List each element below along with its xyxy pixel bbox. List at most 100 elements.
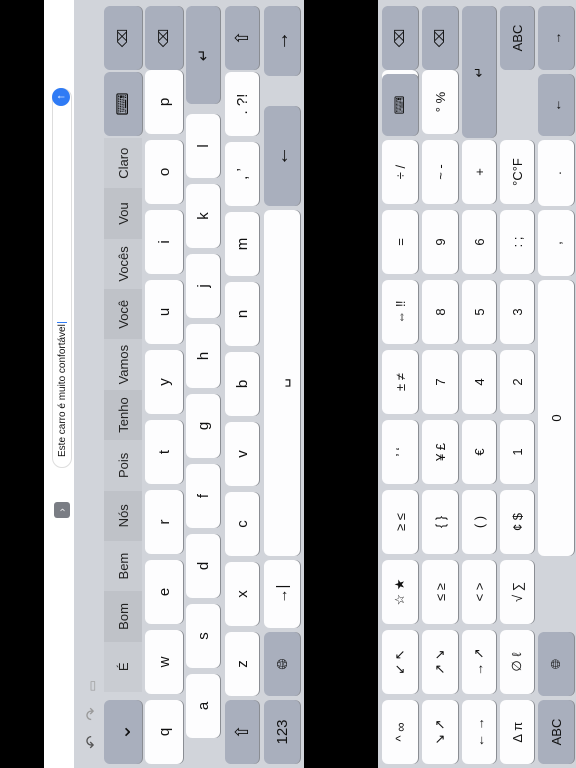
numbers-button[interactable]: 123 xyxy=(264,700,300,764)
sym-arrow-right-button[interactable]: → xyxy=(538,6,574,70)
sym-key-2-1[interactable]: → ↗ xyxy=(462,630,496,694)
suggestion-7[interactable]: Você xyxy=(104,289,142,340)
sym-key-0-2[interactable]: ☆ ★ xyxy=(382,560,418,624)
sym-key-0-1[interactable]: ↙ ↖ xyxy=(382,630,418,694)
expand-toolbar-button[interactable]: › xyxy=(54,502,70,518)
sym-keyboard-toggle[interactable]: ⌨ xyxy=(382,74,418,136)
sym-return-button[interactable]: ↵ xyxy=(462,6,496,138)
key-row3-8[interactable]: . ?! xyxy=(225,72,259,136)
key-k[interactable]: k xyxy=(186,184,220,248)
key-row3-4[interactable]: b xyxy=(225,352,259,416)
sym-key-4-3[interactable]: . xyxy=(538,140,574,206)
paste-button[interactable]: ▭ xyxy=(82,676,102,696)
key-i[interactable]: i xyxy=(145,210,183,274)
sym-key-0-5[interactable]: ± ≠ xyxy=(382,350,418,414)
key-row3-3[interactable]: v xyxy=(225,422,259,486)
suggestion-0[interactable]: É xyxy=(104,641,142,692)
sym-key-3-5[interactable]: 2 xyxy=(500,350,534,414)
sym-backspace-button-2[interactable]: ⌫ xyxy=(422,6,458,70)
key-o[interactable]: o xyxy=(145,140,183,204)
sym-key-4-2[interactable]: , xyxy=(538,210,574,276)
sym-key-2-6[interactable]: 5 xyxy=(462,280,496,344)
sym-key-1-9[interactable]: ° % xyxy=(422,70,458,134)
redo-button[interactable]: ↷ xyxy=(82,704,102,724)
suggestion-8[interactable]: Vocês xyxy=(104,238,142,290)
suggestion-5[interactable]: Tenho xyxy=(104,389,142,441)
sym-key-2-3[interactable]: ( ) xyxy=(462,490,496,554)
backspace-button[interactable]: ⌫ xyxy=(104,6,142,70)
key-e[interactable]: e xyxy=(145,560,183,624)
send-button[interactable]: ↑ xyxy=(52,88,70,106)
backspace-button-2[interactable]: ⌫ xyxy=(145,6,183,70)
sym-key-0-8[interactable]: ÷ / xyxy=(382,140,418,204)
sym-key-1-3[interactable]: { } xyxy=(422,490,458,554)
arrow-right-button[interactable]: → xyxy=(264,6,300,76)
key-f[interactable]: f xyxy=(186,464,220,528)
sym-key-2-8[interactable]: + xyxy=(462,140,496,204)
key-q[interactable]: q xyxy=(145,700,183,764)
sym-key-3-8[interactable]: °C°F xyxy=(500,140,534,204)
sym-key-1-7[interactable]: 9 xyxy=(422,210,458,274)
suggestion-9[interactable]: Vou xyxy=(104,188,142,239)
key-row3-5[interactable]: n xyxy=(225,282,259,346)
key-row3-0[interactable]: z xyxy=(225,632,259,696)
suggestion-10[interactable]: Claro xyxy=(104,138,142,189)
key-s[interactable]: s xyxy=(186,604,220,668)
sym-key-0-3[interactable]: ≥ ≤ xyxy=(382,490,418,554)
sym-key-2-4[interactable]: € xyxy=(462,420,496,484)
suggestion-3[interactable]: Nós xyxy=(104,490,142,541)
tab-button[interactable]: →| xyxy=(264,560,300,628)
key-l[interactable]: l xyxy=(186,114,220,178)
sym-key-0-7[interactable]: = xyxy=(382,210,418,274)
return-button[interactable]: ↵ xyxy=(186,6,220,104)
sym-key-2-0[interactable]: ← → xyxy=(462,700,496,764)
sym-key-1-6[interactable]: 8 xyxy=(422,280,458,344)
key-a[interactable]: a xyxy=(186,674,220,738)
key-p[interactable]: p xyxy=(145,70,183,134)
sym-key-1-2[interactable]: ≤ ≥ xyxy=(422,560,458,624)
key-j[interactable]: j xyxy=(186,254,220,318)
suggestion-4[interactable]: Pois xyxy=(104,440,142,491)
sym-key-3-7[interactable]: : ; xyxy=(500,210,534,274)
sym-arrow-left-button[interactable]: ← xyxy=(538,74,574,136)
sym-key-1-4[interactable]: ¥ £ xyxy=(422,420,458,484)
sym-key-4-1[interactable]: 0 xyxy=(538,280,574,556)
key-r[interactable]: r xyxy=(145,490,183,554)
key-d[interactable]: d xyxy=(186,534,220,598)
suggestion-2[interactable]: Bem xyxy=(104,540,142,592)
key-y[interactable]: y xyxy=(145,350,183,414)
sym-key-0-4[interactable]: ’ ‘ xyxy=(382,420,418,484)
sym-key-0-6[interactable]: ⇔ ‼ xyxy=(382,280,418,344)
sym-key-1-8[interactable]: ~ - xyxy=(422,140,458,204)
sym-key-3-3[interactable]: ¢ $ xyxy=(500,490,534,554)
sym-key-3-4[interactable]: 1 xyxy=(500,420,534,484)
key-t[interactable]: t xyxy=(145,420,183,484)
sym-abc-button[interactable]: ABC xyxy=(500,6,534,70)
hide-keyboard-button[interactable]: ⌄ xyxy=(104,700,142,764)
sym-key-0-0[interactable]: ^ ∞ xyxy=(382,700,418,764)
keyboard-toggle-button[interactable]: ⌨ xyxy=(104,72,142,136)
sym-key-3-6[interactable]: 3 xyxy=(500,280,534,344)
sym-backspace-button[interactable]: ⌫ xyxy=(382,6,418,70)
key-g[interactable]: g xyxy=(186,394,220,458)
sym-globe-button[interactable]: 🌐︎ xyxy=(538,632,574,696)
shift-left-button[interactable]: ⇧ xyxy=(225,700,259,764)
key-row3-1[interactable]: x xyxy=(225,562,259,626)
sym-key-3-2[interactable]: √ ∑ xyxy=(500,560,534,624)
key-row3-2[interactable]: c xyxy=(225,492,259,556)
sym-key-1-1[interactable]: ↗ ↘ xyxy=(422,630,458,694)
sym-key-3-1[interactable]: ∅ ℓ xyxy=(500,630,534,694)
sym-key-1-5[interactable]: 7 xyxy=(422,350,458,414)
sym-key-2-5[interactable]: 4 xyxy=(462,350,496,414)
arrow-left-button[interactable]: ← xyxy=(264,106,300,206)
sym-key-4-0[interactable]: ABC xyxy=(538,700,574,764)
key-w[interactable]: w xyxy=(145,630,183,694)
globe-button[interactable]: 🌐︎ xyxy=(264,632,300,696)
suggestion-1[interactable]: Bom xyxy=(104,591,142,642)
space-button[interactable]: ␣ xyxy=(264,210,300,556)
text-input[interactable]: Este carro é muito confortável xyxy=(52,88,72,468)
key-u[interactable]: u xyxy=(145,280,183,344)
sym-key-3-0[interactable]: ∆ π xyxy=(500,700,534,764)
sym-key-1-0[interactable]: ↘ ↗ xyxy=(422,700,458,764)
key-h[interactable]: h xyxy=(186,324,220,388)
